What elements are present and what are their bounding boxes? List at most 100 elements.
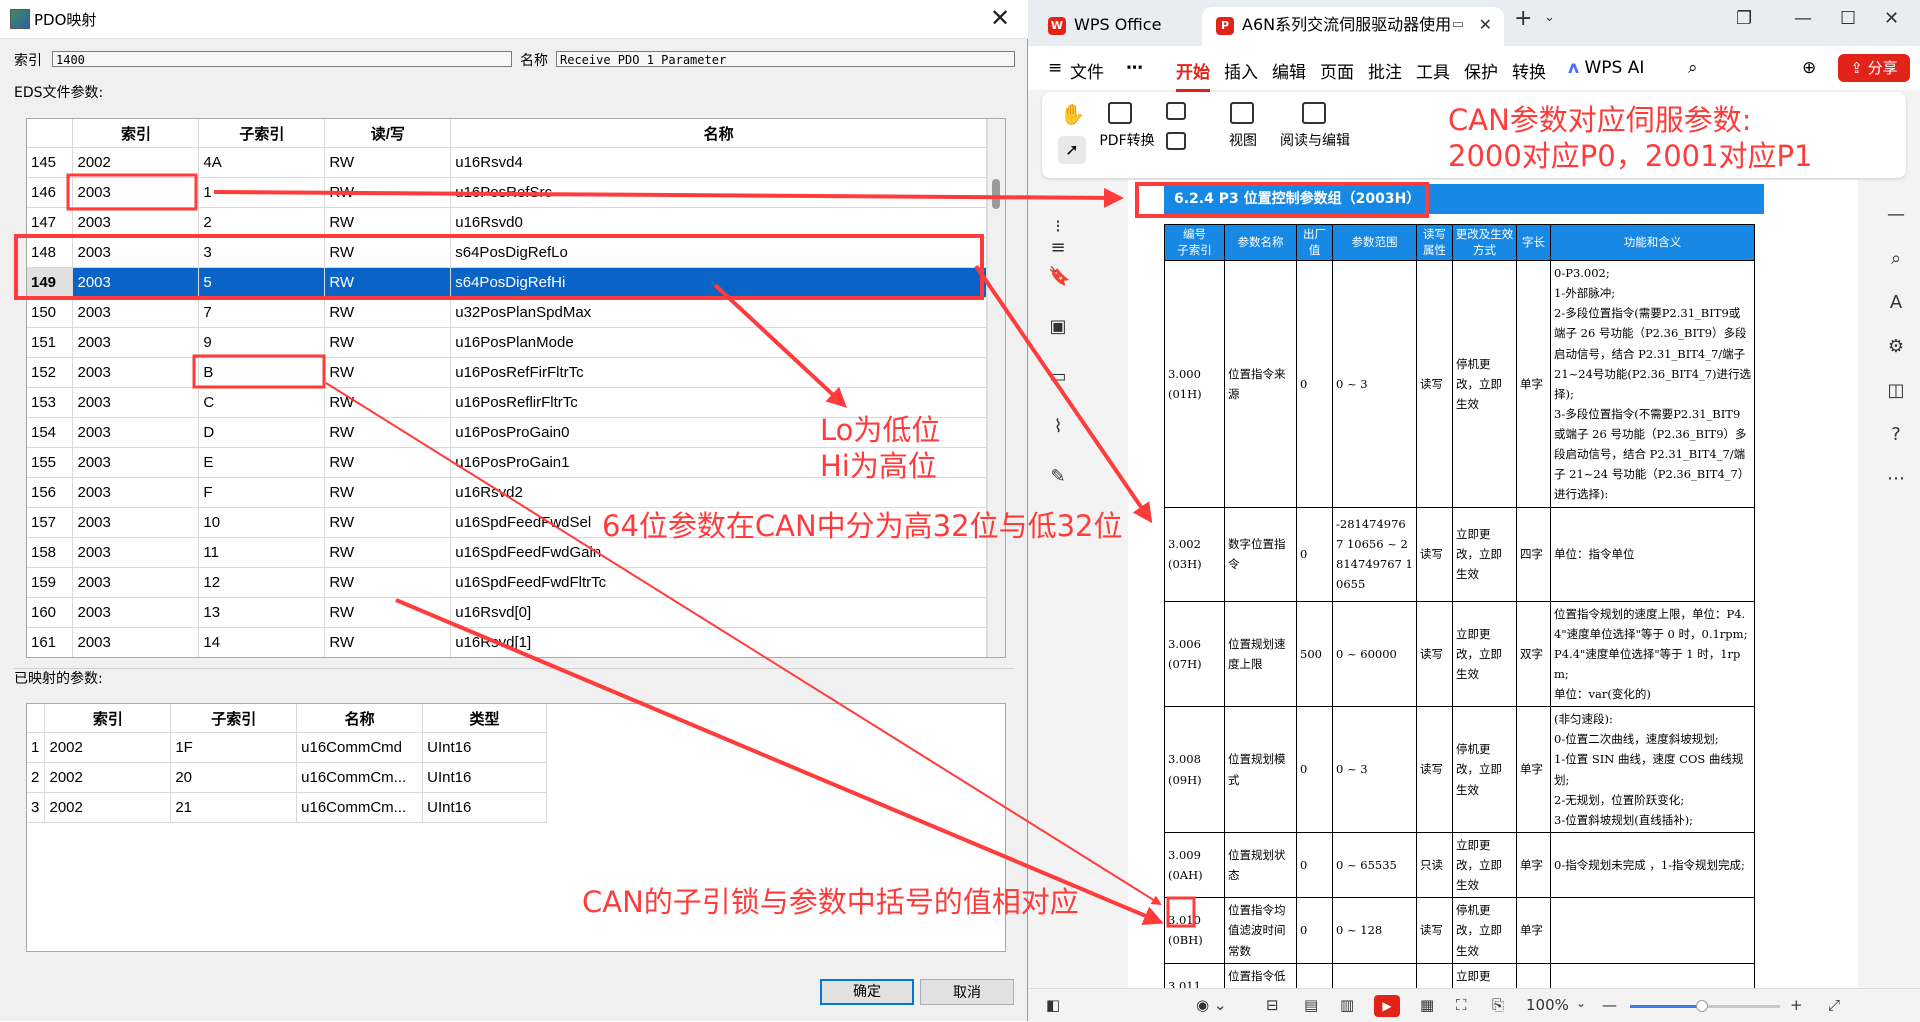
row-number[interactable]: 150	[27, 297, 74, 328]
cell-name[interactable]: u16CommCm...	[296, 762, 424, 793]
table-row[interactable]: 151 2003 9 RW u16PosPlanMode	[27, 327, 987, 358]
menu-file[interactable]: 文件	[1070, 58, 1104, 83]
cell-index[interactable]: 2003	[72, 237, 200, 268]
cell-index[interactable]: 2003	[72, 417, 200, 448]
cell-rw[interactable]: RW	[324, 147, 452, 178]
cell-name[interactable]: u16PosRefFirFltrTc	[450, 357, 987, 388]
cell-name[interactable]: s64PosDigRefLo	[450, 237, 987, 268]
view-button[interactable]: 视图	[1218, 130, 1268, 150]
cell-index[interactable]: 2003	[72, 567, 200, 598]
row-number[interactable]: 148	[27, 237, 74, 268]
zoom-slider-thumb[interactable]	[1696, 1000, 1708, 1012]
signature-icon[interactable]: ✎	[1048, 466, 1068, 487]
cell-index[interactable]: 2003	[72, 177, 200, 208]
cell-subindex[interactable]: D	[198, 417, 326, 448]
cell-index[interactable]: 2003	[72, 357, 200, 388]
bookmark-icon[interactable]: 🔖	[1048, 266, 1070, 287]
column-header-index[interactable]: 索引	[72, 119, 200, 148]
more-icon[interactable]: ⋯	[1886, 468, 1906, 489]
thumbnail-icon[interactable]: ▣	[1048, 316, 1068, 337]
column-header-rw[interactable]: 读/写	[324, 119, 452, 148]
table-row[interactable]: 161 2003 14 RW u16Rsvd[1]	[27, 627, 987, 657]
cell-index[interactable]: 2003	[72, 627, 200, 657]
cell-index[interactable]: 2003	[72, 597, 200, 628]
row-number[interactable]: 161	[27, 627, 74, 657]
table-row[interactable]: 149 2003 5 RW s64PosDigRefHi	[27, 267, 987, 298]
cell-index[interactable]: 2003	[72, 387, 200, 418]
tab-wps-office[interactable]: W WPS Office	[1036, 7, 1196, 46]
cell-rw[interactable]: RW	[324, 447, 452, 478]
chevron-down-icon[interactable]: ⌄	[1544, 10, 1555, 25]
cell-index[interactable]: 2003	[72, 267, 200, 298]
cell-subindex[interactable]: 9	[198, 327, 326, 358]
menu-page[interactable]: 页面	[1320, 58, 1354, 83]
eds-scrollbar[interactable]	[987, 119, 1005, 657]
copy-icon[interactable]	[1166, 132, 1186, 150]
dual-page-icon[interactable]: ▥	[1340, 996, 1354, 1014]
cell-index[interactable]: 2003	[72, 477, 200, 508]
cell-subindex[interactable]: B	[198, 357, 326, 388]
row-number[interactable]: 155	[27, 447, 74, 478]
row-number[interactable]: 153	[27, 387, 74, 418]
ok-button[interactable]: 确定	[820, 979, 914, 1005]
cell-index[interactable]: 2003	[72, 327, 200, 358]
cell-subindex[interactable]: 10	[198, 507, 326, 538]
row-number[interactable]: 1	[27, 732, 46, 763]
tab-close-icon[interactable]: ✕	[1479, 7, 1492, 43]
cell-rw[interactable]: RW	[324, 477, 452, 508]
cell-index[interactable]: 2003	[72, 297, 200, 328]
fit-icon[interactable]: ▦	[1420, 996, 1434, 1014]
cell-name[interactable]: u16CommCmd	[296, 732, 424, 763]
cell-subindex[interactable]: 5	[198, 267, 326, 298]
cell-subindex[interactable]: 1F	[170, 732, 298, 763]
column-header-index[interactable]: 索引	[44, 704, 172, 733]
cell-rw[interactable]: RW	[324, 177, 452, 208]
name-field[interactable]: Receive PDO 1 Parameter	[556, 51, 1015, 67]
minimize-icon[interactable]: —	[1794, 8, 1812, 29]
menu-comment[interactable]: 批注	[1368, 58, 1402, 83]
cell-subindex[interactable]: 13	[198, 597, 326, 628]
share-button[interactable]: ⇪ 分享	[1838, 54, 1910, 82]
cell-subindex[interactable]: 2	[198, 207, 326, 238]
cell-rw[interactable]: RW	[324, 417, 452, 448]
collapse-icon[interactable]: —	[1886, 204, 1906, 225]
search-icon[interactable]: ⌕	[1688, 58, 1698, 78]
cell-rw[interactable]: RW	[324, 567, 452, 598]
cell-rw[interactable]: RW	[324, 207, 452, 238]
hand-tool-icon[interactable]: ✋	[1060, 102, 1085, 126]
cell-rw[interactable]: RW	[324, 327, 452, 358]
cell-name[interactable]: s64PosDigRefHi	[450, 267, 987, 298]
row-number[interactable]: 151	[27, 327, 74, 358]
row-number[interactable]: 156	[27, 477, 74, 508]
cell-subindex[interactable]: 21	[170, 792, 298, 823]
table-row[interactable]: 150 2003 7 RW u32PosPlanSpdMax	[27, 297, 987, 328]
cell-index[interactable]: 2003	[72, 447, 200, 478]
cell-subindex[interactable]: C	[198, 387, 326, 418]
cell-name[interactable]: u16Rsvd[1]	[450, 627, 987, 657]
cell-rw[interactable]: RW	[324, 267, 452, 298]
cell-rw[interactable]: RW	[324, 537, 452, 568]
cell-subindex[interactable]: 3	[198, 237, 326, 268]
row-number[interactable]: 152	[27, 357, 74, 388]
restore-tabs-icon[interactable]: ❐	[1736, 8, 1752, 29]
column-header-name[interactable]: 名称	[296, 704, 424, 733]
cell-rw[interactable]: RW	[324, 387, 452, 418]
cell-type[interactable]: UInt16	[422, 762, 547, 793]
tab-document[interactable]: P A6N系列交流伺服驱动器使用 ▭ ✕	[1202, 7, 1504, 46]
table-row[interactable]: 148 2003 3 RW s64PosDigRefLo	[27, 237, 987, 268]
cell-name[interactable]: u16PosPlanMode	[450, 327, 987, 358]
select-tool-icon[interactable]: ➚	[1058, 136, 1086, 164]
zoom-slider[interactable]	[1630, 1000, 1780, 1012]
play-icon[interactable]: ▶	[1374, 995, 1400, 1017]
eds-params-grid[interactable]: 索引 子索引 读/写 名称 145 2002 4A RW u16Rsvd4 146 2003…	[26, 118, 1006, 658]
zoom-out-icon[interactable]: —	[1602, 996, 1617, 1014]
hamburger-icon[interactable]: ≡	[1048, 58, 1062, 78]
cell-index[interactable]: 2003	[72, 537, 200, 568]
row-number[interactable]: 2	[27, 762, 46, 793]
table-row[interactable]: 160 2003 13 RW u16Rsvd[0]	[27, 597, 987, 628]
cell-name[interactable]: u16SpdFeedFwdFltrTc	[450, 567, 987, 598]
settings-icon[interactable]: ⚙	[1886, 336, 1906, 357]
help-icon[interactable]: ?	[1886, 424, 1906, 445]
outline-icon[interactable]: ⁝≡	[1048, 216, 1068, 258]
cell-name[interactable]: u16PosRefSrc	[450, 177, 987, 208]
